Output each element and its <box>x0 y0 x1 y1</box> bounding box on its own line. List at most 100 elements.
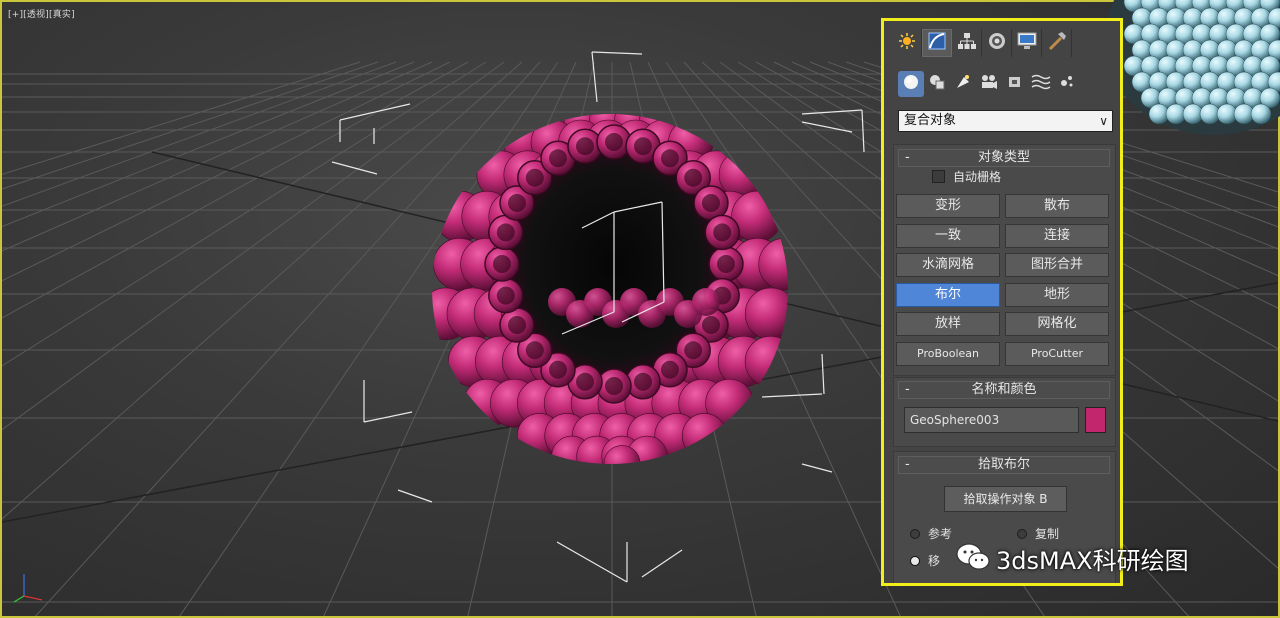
grid-line <box>2 61 487 367</box>
subcategory-shapes[interactable] <box>924 71 950 97</box>
cameras-icon <box>980 73 998 95</box>
rim-sphere-cut <box>717 255 735 273</box>
rim-sphere-cut <box>661 360 679 379</box>
geosphere-sphere <box>603 445 641 464</box>
rollout-object-type-header[interactable]: - 对象类型 <box>898 149 1110 167</box>
command-panel-tabs <box>892 29 1112 63</box>
object-type-button[interactable]: 放样 <box>896 312 1000 336</box>
grid-line <box>2 61 523 520</box>
object-type-button[interactable]: 布尔 <box>896 282 1000 307</box>
hierarchy-icon <box>957 31 977 55</box>
rim-sphere-cut <box>525 168 544 187</box>
object-type-button[interactable]: 散布 <box>1005 194 1109 218</box>
rollout-name-color-header[interactable]: - 名称和颜色 <box>898 381 1110 399</box>
bracket-line <box>761 393 823 398</box>
rim-sphere-cut <box>496 286 515 305</box>
lights-icon <box>954 73 972 95</box>
create-subcategories <box>896 71 1111 99</box>
utilities-icon <box>1046 30 1068 56</box>
chevron-down-icon: ∨ <box>1099 114 1108 128</box>
subcategory-space-warps[interactable] <box>1028 71 1054 97</box>
radio-copy[interactable]: 复制 <box>1017 525 1059 542</box>
radio-move[interactable]: 移 <box>910 552 940 569</box>
grid-line <box>2 61 379 190</box>
grid-line <box>2 61 433 252</box>
rim-sphere-cut <box>549 360 567 379</box>
rim-sphere-cut <box>634 372 652 391</box>
command-panel: 复合对象 ∨ - 对象类型 自动栅格 变形 散布 一致 连接 水滴网格 图形合并 布尔 地形放… <box>881 18 1123 586</box>
systems-icon <box>1058 73 1076 95</box>
object-type-button[interactable]: 变形 <box>896 194 1000 218</box>
rim-sphere-cut <box>684 341 703 360</box>
rollout-title: 名称和颜色 <box>971 382 1037 397</box>
radio-label: 复制 <box>1035 527 1060 541</box>
object-type-button[interactable]: 地形 <box>1005 282 1109 307</box>
bracket-line <box>331 161 378 175</box>
rim-sphere-cut <box>549 149 567 168</box>
geometry-icon <box>902 73 920 95</box>
subcategory-lights[interactable] <box>950 71 976 97</box>
geosphere-sphere <box>681 413 728 459</box>
subcategory-helpers[interactable] <box>1002 71 1028 97</box>
bracket-line <box>591 51 643 55</box>
object-type-button[interactable]: 图形合并 <box>1005 253 1109 277</box>
bracket-line <box>363 411 413 423</box>
subcategory-cameras[interactable] <box>976 71 1002 97</box>
preview-sphere <box>1250 103 1272 125</box>
rim-sphere-cut <box>605 377 623 395</box>
radio-reference[interactable]: 参考 <box>910 525 952 542</box>
object-type-button[interactable]: ProCutter <box>1005 341 1109 366</box>
category-dropdown[interactable]: 复合对象 ∨ <box>898 110 1113 132</box>
rollout-pick-boolean-header[interactable]: - 拾取布尔 <box>898 456 1110 474</box>
rim-sphere-cut <box>702 316 720 334</box>
rollout-title: 对象类型 <box>977 150 1030 165</box>
autogrid-checkbox[interactable]: 自动栅格 <box>932 168 1001 185</box>
bracket-line <box>801 463 833 473</box>
object-color-swatch[interactable] <box>1085 407 1106 433</box>
radio-label: 移 <box>928 554 941 568</box>
wechat-icon <box>956 542 990 576</box>
tab-motion[interactable] <box>982 29 1012 57</box>
tab-display[interactable] <box>1012 29 1042 57</box>
checkbox-box[interactable] <box>932 170 945 183</box>
object-type-button[interactable]: 网格化 <box>1005 312 1109 336</box>
collapse-icon: - <box>905 150 910 165</box>
rim-sphere-cut <box>661 149 679 168</box>
rim-sphere-cut <box>576 137 594 156</box>
bracket-line <box>861 109 865 153</box>
collapse-icon: - <box>905 382 910 397</box>
radio-dot[interactable] <box>910 555 920 566</box>
tab-modify[interactable] <box>922 29 952 57</box>
radio-dot[interactable] <box>910 528 920 539</box>
radio-dot[interactable] <box>1017 528 1027 539</box>
grid-line <box>2 61 451 282</box>
object-type-button[interactable]: ProBoolean <box>896 341 1000 366</box>
rim-sphere-cut <box>702 194 720 212</box>
object-type-button[interactable]: 一致 <box>896 223 1000 248</box>
rim-sphere-cut <box>508 316 526 334</box>
object-name-field[interactable]: GeoSphere003 <box>904 407 1079 433</box>
tab-utilities[interactable] <box>1042 29 1072 57</box>
tab-create[interactable] <box>892 29 922 57</box>
radio-label: 参考 <box>928 527 953 541</box>
rim-sphere-cut <box>496 223 515 242</box>
viewport-label[interactable]: [+][透视][真实] <box>8 7 75 20</box>
motion-icon <box>987 31 1007 55</box>
shapes-icon <box>928 73 946 95</box>
tab-hierarchy[interactable] <box>952 29 982 57</box>
inner-sphere <box>692 288 720 316</box>
space-warps-icon <box>1031 73 1051 95</box>
geosphere-sphere <box>744 335 788 388</box>
grid-line <box>2 61 361 175</box>
bracket-line <box>591 51 598 103</box>
object-type-button[interactable]: 连接 <box>1005 223 1109 248</box>
subcategory-systems[interactable] <box>1054 71 1080 97</box>
grid-line <box>2 61 397 207</box>
object-type-button[interactable]: 水滴网格 <box>896 253 1000 277</box>
subcategory-geometry[interactable] <box>898 71 924 97</box>
grid-line <box>2 61 505 431</box>
rim-sphere-cut <box>525 341 544 360</box>
rim-sphere-cut <box>634 137 652 156</box>
pick-operand-b-button[interactable]: 拾取操作对象 B <box>944 486 1067 512</box>
geosphere-sphere <box>744 287 788 340</box>
